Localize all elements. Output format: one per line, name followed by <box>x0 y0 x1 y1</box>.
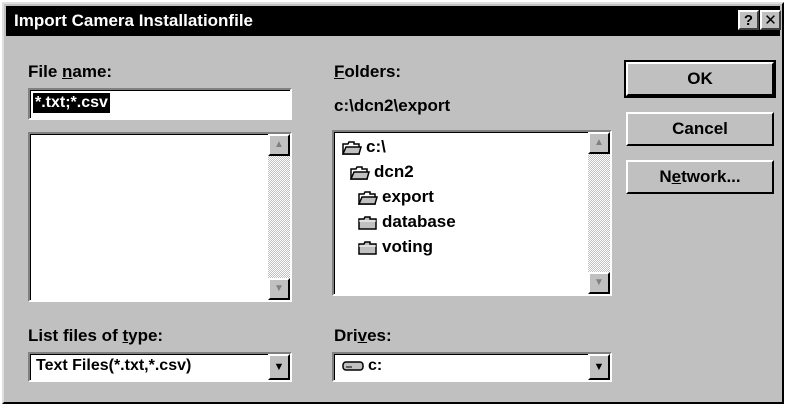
folder-item-database[interactable]: database <box>358 211 456 233</box>
scroll-down-icon[interactable]: ▼ <box>268 278 290 300</box>
open-folder-icon <box>341 140 362 155</box>
folder-item-voting[interactable]: voting <box>358 236 433 258</box>
file-list[interactable]: ▲ ▼ <box>28 132 292 302</box>
file-name-label: File name: <box>28 62 113 81</box>
folder-list[interactable]: c:\ dcn2 export database voting ▲ ▼ <box>332 130 612 296</box>
file-type-label: List files of type: <box>28 326 164 345</box>
folder-icon <box>358 215 377 230</box>
import-dialog: Import Camera Installationfile ? ✕ File … <box>2 2 784 404</box>
scroll-down-icon[interactable]: ▼ <box>588 272 610 294</box>
chevron-down-icon[interactable]: ▼ <box>588 354 610 380</box>
file-name-value: *.txt;*.csv <box>33 93 110 113</box>
folders-label: Folders: <box>334 62 402 81</box>
folder-item-export[interactable]: export <box>357 186 434 208</box>
drives-select[interactable]: c: ▼ <box>332 352 612 382</box>
network-button[interactable]: Network... <box>626 160 774 194</box>
file-type-value: Text Files(*.txt,*.csv) <box>36 357 192 374</box>
folder-icon <box>358 240 377 255</box>
file-list-scrollbar[interactable]: ▲ ▼ <box>268 134 290 300</box>
folder-item-dcn2[interactable]: dcn2 <box>349 161 414 183</box>
ok-button[interactable]: OK <box>624 60 776 98</box>
open-folder-icon <box>349 165 370 180</box>
current-path: c:\dcn2\export <box>334 96 451 115</box>
file-name-input[interactable]: *.txt;*.csv <box>28 88 292 120</box>
chevron-down-icon[interactable]: ▼ <box>268 354 290 380</box>
scroll-up-icon[interactable]: ▲ <box>268 134 290 156</box>
drive-icon <box>342 361 364 371</box>
drives-label: Drives: <box>334 326 392 345</box>
file-type-select[interactable]: Text Files(*.txt,*.csv) ▼ <box>28 352 292 382</box>
window-title: Import Camera Installationfile <box>14 11 253 30</box>
open-folder-icon <box>357 190 378 205</box>
title-bar[interactable]: Import Camera Installationfile ? ✕ <box>6 6 781 36</box>
folder-item-root[interactable]: c:\ <box>341 136 386 158</box>
help-button[interactable]: ? <box>738 10 759 30</box>
folder-list-scrollbar[interactable]: ▲ ▼ <box>588 132 610 294</box>
scroll-up-icon[interactable]: ▲ <box>588 132 610 154</box>
close-button[interactable]: ✕ <box>760 10 781 30</box>
drives-value: c: <box>342 357 382 375</box>
cancel-button[interactable]: Cancel <box>626 112 774 146</box>
